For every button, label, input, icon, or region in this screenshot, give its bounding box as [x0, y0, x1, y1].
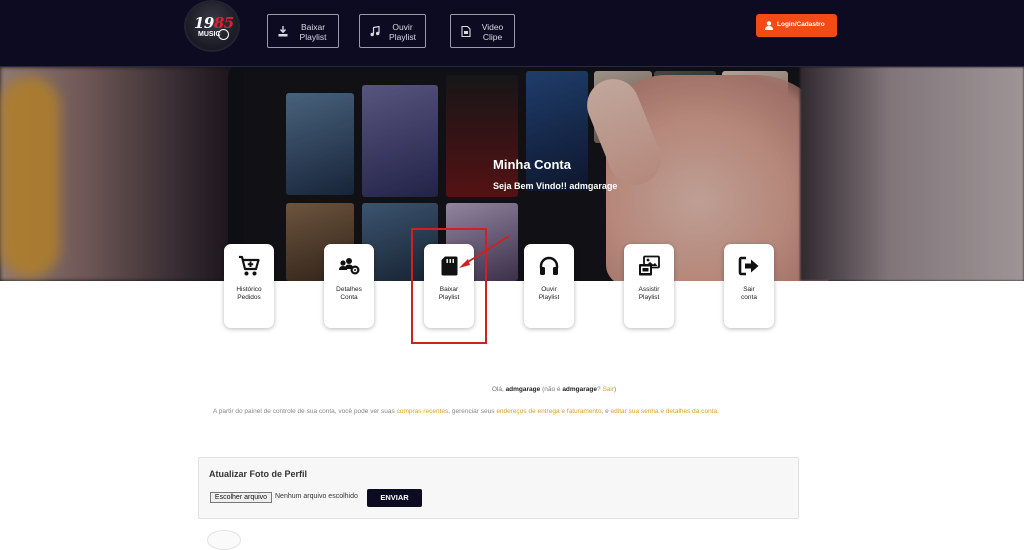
edit-account-link[interactable]: editar sua senha e detalhes da conta	[611, 408, 718, 415]
download-icon	[278, 26, 288, 37]
card-ouvir-playlist[interactable]: Ouvir Playlist	[524, 244, 574, 328]
card-historico-pedidos[interactable]: Histórico Pedidos	[224, 244, 274, 328]
profile-form-title: Atualizar Foto de Perfil	[209, 469, 308, 479]
file-icon	[461, 26, 471, 37]
site-header: 1985 MUSIC Baixar Playlist Ouvir Playlist …	[0, 0, 1024, 67]
nav-ouvir-playlist-button[interactable]: Ouvir Playlist	[359, 14, 426, 48]
no-file-text: Nenhum arquivo escolhido	[275, 493, 358, 500]
username: admgarage	[505, 386, 541, 393]
logout-link[interactable]: Sair	[602, 386, 614, 393]
username-confirm: admgarage	[562, 386, 597, 393]
welcome-message: Seja Bem Vindo!! admgarage	[493, 181, 618, 191]
photo-video-icon	[639, 255, 660, 276]
card-detalhes-conta[interactable]: Detalhes Conta	[324, 244, 374, 328]
card-assistir-playlist[interactable]: Assistir Playlist	[624, 244, 674, 328]
logo-number: 1985	[194, 14, 234, 32]
music-note-icon	[370, 26, 380, 37]
partial-avatar-circle	[207, 530, 241, 550]
nav-baixar-playlist-button[interactable]: Baixar Playlist	[267, 14, 339, 48]
addresses-link[interactable]: endereços de entrega e faturamento	[496, 408, 601, 415]
nav-video-clipe-button[interactable]: Video Clipe	[450, 14, 515, 48]
recent-orders-link[interactable]: compras recentes	[397, 408, 449, 415]
red-arrow-annotation	[459, 235, 510, 268]
account-description: A partir do painel de controle de sua co…	[213, 408, 719, 415]
login-cadastro-button[interactable]: Login/Cadastro	[756, 14, 837, 37]
submit-button[interactable]: ENVIAR	[367, 489, 422, 507]
headphones-icon	[539, 256, 559, 275]
logo-ring-icon	[218, 29, 229, 40]
card-sair-conta[interactable]: Sair conta	[724, 244, 774, 328]
site-logo[interactable]: 1985 MUSIC	[184, 0, 240, 52]
account-greeting: Olá, admgarage (não é admgarage? Sair)	[491, 386, 617, 393]
choose-file-button[interactable]: Escolher arquivo	[210, 492, 272, 503]
sign-out-icon	[738, 256, 759, 276]
page-title: Minha Conta	[493, 157, 571, 172]
users-gear-icon	[339, 258, 360, 275]
profile-photo-form: Atualizar Foto de Perfil Escolher arquiv…	[198, 457, 799, 519]
cart-plus-icon	[239, 255, 260, 276]
user-icon	[765, 21, 773, 30]
